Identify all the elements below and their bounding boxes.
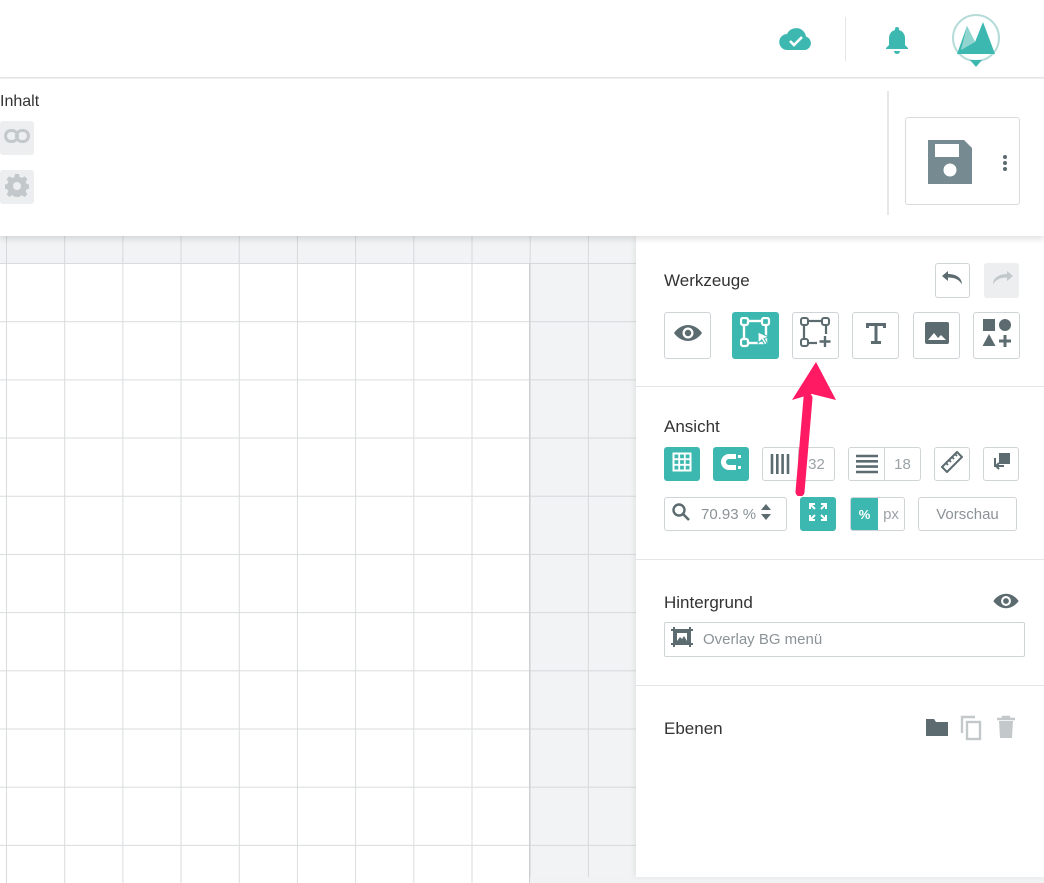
avatar[interactable] [949, 12, 1003, 73]
unit-px[interactable]: px [878, 498, 904, 530]
section-divider [636, 559, 1044, 560]
canvas-area[interactable] [0, 236, 636, 883]
link-button[interactable] [0, 121, 34, 155]
ruler-button[interactable] [934, 447, 970, 481]
layer-stack-icon [990, 451, 1012, 478]
text-icon [864, 321, 888, 350]
folder-icon[interactable] [925, 716, 949, 743]
search-icon [671, 502, 691, 527]
zoom-field[interactable]: 70.93 % [664, 497, 787, 531]
trash-icon[interactable] [996, 715, 1016, 744]
annotation-arrow-icon [790, 360, 838, 501]
shapes-add-icon [982, 318, 1012, 353]
save-icon [924, 136, 976, 193]
image-tool-button[interactable] [913, 312, 960, 359]
area-add-icon [799, 317, 832, 354]
ruler-icon [940, 450, 964, 478]
section-divider [636, 386, 1044, 387]
shapes-tool-button[interactable] [973, 312, 1020, 359]
bell-icon[interactable] [883, 24, 911, 61]
eye-icon[interactable] [992, 592, 1020, 615]
section-divider [636, 685, 1044, 686]
undo-icon [940, 270, 966, 291]
background-title: Hintergrund [664, 593, 753, 612]
canvas-page[interactable] [0, 263, 530, 883]
view-title: Ansicht [664, 417, 720, 436]
add-area-tool-button[interactable] [792, 312, 839, 359]
magnet-icon [720, 452, 742, 477]
tools-title: Werkzeuge [664, 271, 750, 290]
snap-guides-button[interactable] [983, 447, 1019, 481]
grid-icon [672, 452, 692, 477]
divider [887, 91, 889, 215]
snap-toggle-button[interactable] [713, 447, 749, 481]
rows-field[interactable]: 18 [848, 447, 921, 481]
gear-icon [4, 173, 30, 202]
text-tool-button[interactable] [852, 312, 899, 359]
divider [845, 17, 846, 61]
redo-icon [989, 270, 1015, 291]
select-tool-button[interactable] [732, 312, 779, 359]
top-bar [0, 0, 1044, 78]
grid-toggle-button[interactable] [664, 447, 700, 481]
fit-to-screen-button[interactable] [800, 497, 836, 531]
save-button[interactable] [905, 117, 1020, 205]
more-icon[interactable] [1002, 154, 1008, 177]
stepper-icon[interactable] [760, 502, 772, 527]
unit-percent[interactable]: % [851, 498, 878, 530]
copy-icon[interactable] [959, 715, 983, 746]
rows-value[interactable]: 18 [885, 456, 920, 473]
background-select[interactable]: Overlay BG menü [664, 622, 1025, 657]
content-toolbar: Inhalt [0, 79, 1044, 236]
image-icon [924, 321, 950, 350]
background-image-icon [671, 627, 693, 652]
rows-icon [849, 448, 885, 480]
layers-title: Ebenen [664, 719, 723, 738]
preview-tool-button[interactable] [664, 312, 711, 359]
redo-button[interactable] [984, 263, 1019, 298]
background-select-value: Overlay BG menü [703, 631, 823, 648]
select-cursor-icon [739, 316, 772, 354]
preview-button[interactable]: Vorschau [918, 497, 1017, 531]
cloud-check-icon[interactable] [778, 26, 814, 57]
undo-button[interactable] [935, 263, 970, 298]
eye-icon [673, 323, 703, 348]
expand-icon [808, 502, 828, 527]
unit-toggle[interactable]: % px [850, 497, 905, 531]
zoom-value[interactable]: 70.93 % [701, 506, 756, 523]
settings-button[interactable] [0, 170, 34, 204]
properties-panel: Werkzeuge Ansicht 32 18 70.93 % % px Vor… [636, 236, 1044, 877]
link-icon [4, 128, 30, 148]
content-label: Inhalt [0, 93, 40, 110]
